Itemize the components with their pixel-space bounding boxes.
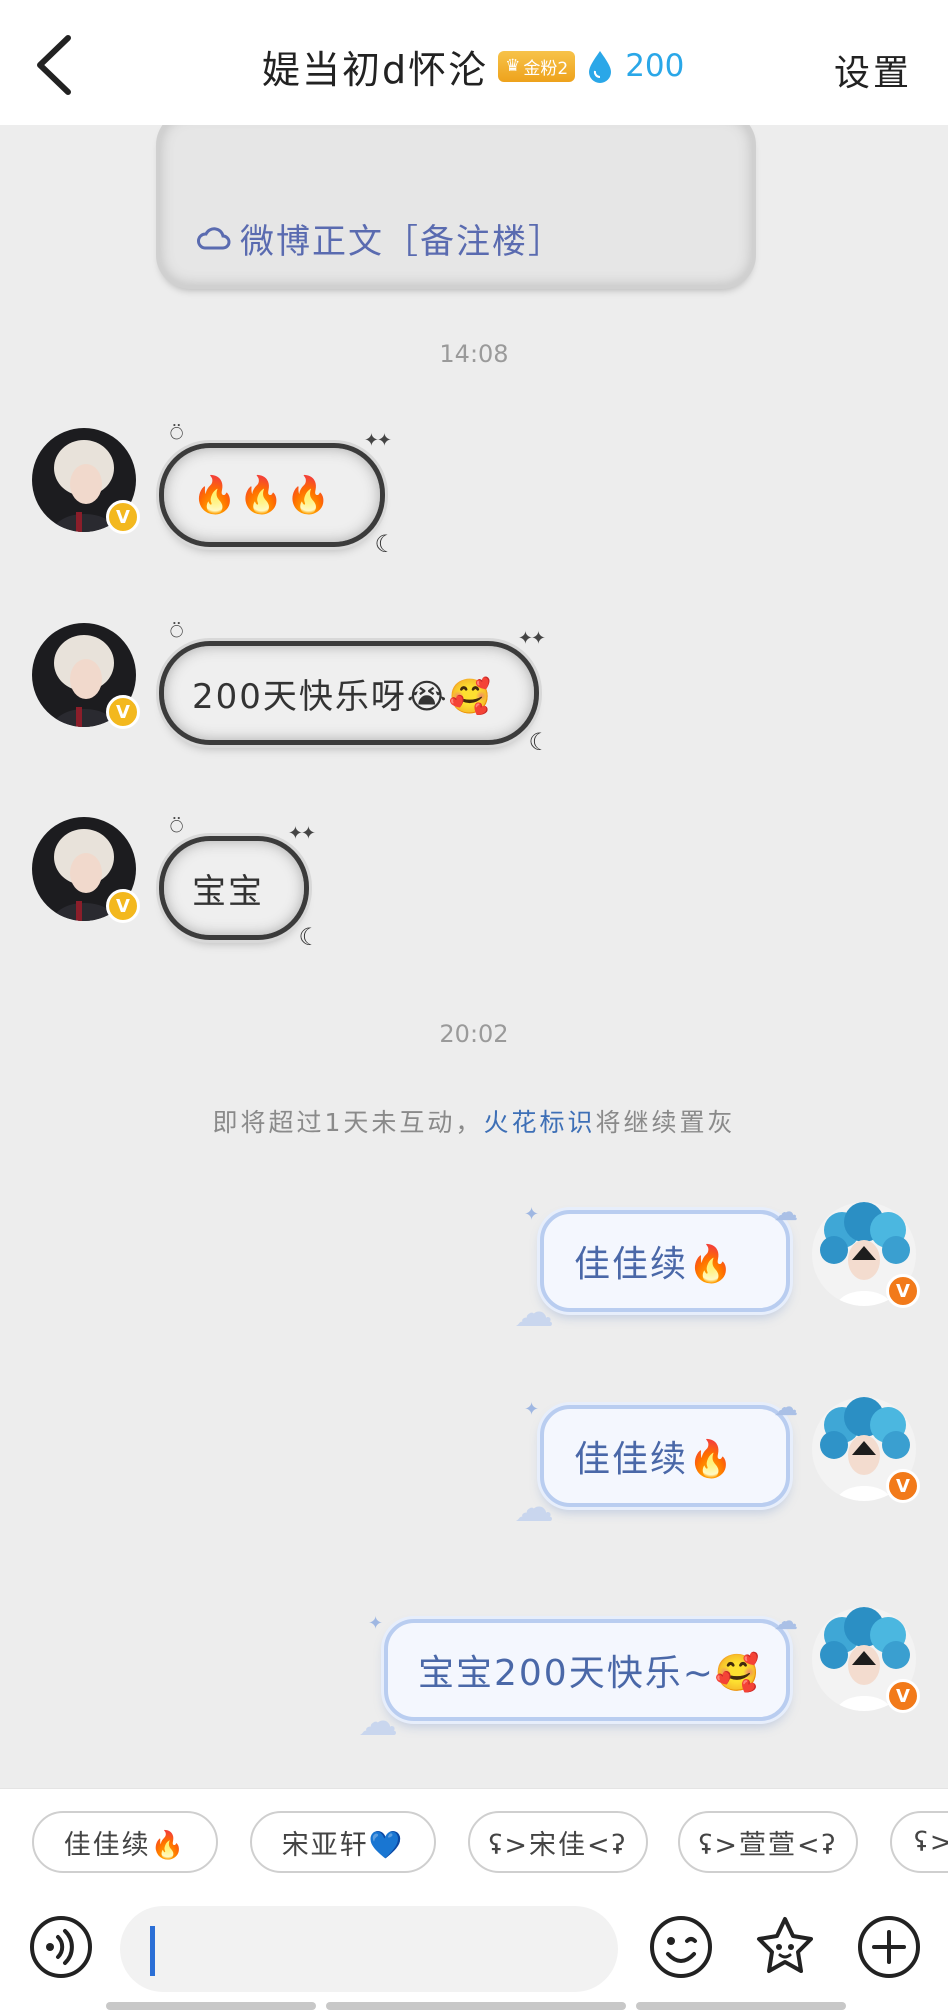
cloud-deco-icon: ☁ [774,1198,800,1226]
verified-badge-icon: V [886,1679,920,1713]
verified-badge-icon: V [886,1469,920,1503]
chat-messages[interactable]: 微博正文［备注楼］ 14:08 V ⍥ ✦✦ 🔥🔥🔥 ☾ V ⍥ ✦✦ 200天… [0,125,948,1788]
verified-badge-icon: V [106,889,140,923]
quick-reply-chip[interactable]: ʢ> [890,1811,948,1873]
moon-icon: ☾ [298,923,322,951]
cloud-deco-icon: ☁ [774,1607,800,1635]
star-sticker-icon [757,1917,813,1973]
outgoing-message-bubble[interactable]: ✦ ☁ 宝宝200天快乐~🥰 ☁ [358,1607,798,1745]
contact-avatar[interactable]: V [32,817,140,923]
shared-post-link[interactable]: 微博正文［备注楼］ [196,214,564,263]
quick-reply-chip[interactable]: 宋亚轩💙 [250,1811,436,1873]
incoming-message-bubble[interactable]: ⍥ ✦✦ 200天快乐呀😭🥰 ☾ [164,620,550,756]
scroll-indicator [106,2002,316,2010]
timestamp: 14:08 [439,340,509,368]
incoming-message-bubble[interactable]: ⍥ ✦✦ 宝宝 ☾ [164,815,320,951]
verified-badge-icon: V [106,500,140,534]
bow-icon: ⍥ [170,422,186,447]
outgoing-message-bubble[interactable]: ✦ ☁ 佳佳续🔥 ☁ [514,1393,798,1531]
moon-icon: ☾ [528,728,552,756]
outgoing-message-bubble[interactable]: ✦ ☁ 佳佳续🔥 ☁ [514,1198,798,1336]
message-input-bar [0,1894,948,2016]
spark-badge-link[interactable]: 火花标识 [483,1108,595,1137]
settings-button[interactable]: 设置 [834,44,912,96]
fan-level-badge: ♛ 金粉2 [498,50,576,82]
sparkle-icon: ✦ [368,1613,386,1634]
quick-reply-chip[interactable]: 佳佳续🔥 [32,1811,218,1873]
contact-avatar[interactable]: V [32,428,140,534]
title-group: 媞当初d怀沦 ♛ 金粉2 200 [262,36,684,96]
chat-header: 媞当初d怀沦 ♛ 金粉2 200 设置 [0,0,948,125]
cloud-sticker-icon: ☁ [514,1290,556,1336]
my-avatar[interactable]: V [812,1397,920,1503]
timestamp: 20:02 [439,1020,509,1048]
text-cursor [150,1926,155,1976]
scroll-indicator [326,2002,626,2010]
my-avatar[interactable]: V [812,1607,920,1713]
my-avatar[interactable]: V [812,1202,920,1308]
message-input[interactable] [120,1906,618,1992]
quick-reply-chip[interactable]: ʢ>萱萱<ʡ [678,1811,858,1873]
system-notice: 即将超过1天未互动，火花标识将继续置灰 [212,1108,736,1137]
plus-icon [858,1916,920,1978]
incoming-message-bubble[interactable]: ⍥ ✦✦ 🔥🔥🔥 ☾ [164,422,396,558]
cloud-sticker-icon: ☁ [514,1485,556,1531]
bow-icon: ⍥ [170,620,186,645]
page-title: 媞当初d怀沦 [262,47,489,92]
quick-reply-chip[interactable]: ʢ>宋佳<ʡ [468,1811,648,1873]
sparkle-icon: ✦✦ [517,628,546,649]
spark-count: 200 [625,48,685,84]
sticker-button[interactable] [752,1914,818,1980]
emoji-button[interactable] [648,1914,714,1980]
verified-badge-icon: V [106,695,140,729]
smiley-icon [650,1916,712,1978]
moon-icon: ☾ [374,530,398,558]
sparkle-icon: ✦✦ [287,823,316,844]
sparkle-icon: ✦✦ [363,430,392,451]
scroll-indicator [636,2002,846,2010]
quick-reply-bar[interactable]: 佳佳续🔥 宋亚轩💙 ʢ>宋佳<ʡ ʢ>萱萱<ʡ ʢ> [0,1788,948,1894]
cloud-icon [197,226,231,249]
chevron-left-icon [37,35,71,95]
verified-badge-icon: V [886,1274,920,1308]
back-button[interactable] [28,30,88,100]
bow-icon: ⍥ [170,815,186,840]
cloud-sticker-icon: ☁ [358,1699,400,1745]
shared-post-card[interactable]: 微博正文［备注楼］ [160,125,752,285]
sparkle-icon: ✦ [524,1204,542,1225]
cloud-deco-icon: ☁ [774,1393,800,1421]
crown-icon: ♛ [505,56,521,76]
sparkle-icon: ✦ [524,1399,542,1420]
voice-button[interactable] [28,1914,94,1980]
voice-icon [30,1916,92,1978]
spark-drop-icon [589,51,612,83]
more-button[interactable] [856,1914,922,1980]
contact-avatar[interactable]: V [32,623,140,729]
